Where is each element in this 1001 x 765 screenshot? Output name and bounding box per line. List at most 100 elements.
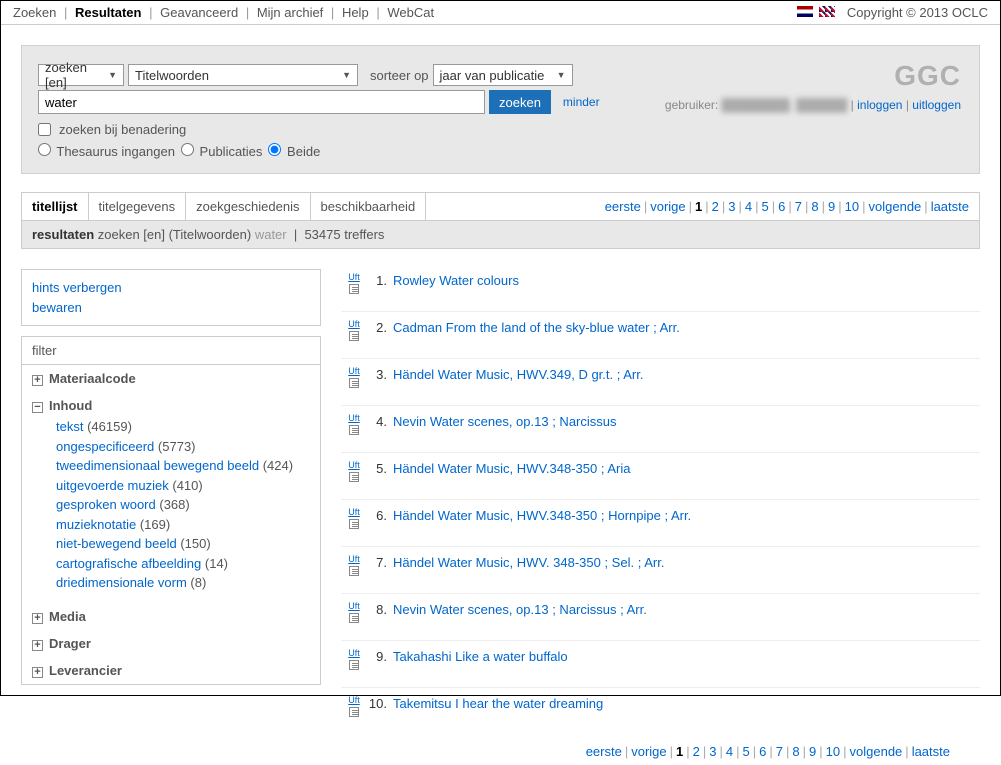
pager-page[interactable]: 9 [828, 199, 835, 214]
nav-zoeken[interactable]: Zoeken [13, 5, 56, 20]
radio-publicaties[interactable]: Publicaties [181, 143, 263, 159]
facet-value[interactable]: ongespecificeerd (5773) [56, 437, 310, 457]
pager-prev[interactable]: vorige [650, 199, 685, 214]
pager-last[interactable]: laatste [912, 744, 950, 759]
radio-thesaurus[interactable]: Thesaurus ingangen [38, 143, 175, 159]
result-title-link[interactable]: Cadman From the land of the sky-blue wat… [393, 320, 680, 335]
facet-header[interactable]: +Materiaalcode [32, 371, 310, 386]
facet-value[interactable]: uitgevoerde muziek (410) [56, 476, 310, 496]
copyright-text: Copyright © 2013 OCLC [847, 5, 988, 20]
uft-link[interactable]: Uft [341, 273, 367, 282]
facet-header[interactable]: +Media [32, 609, 310, 624]
nav-webcat[interactable]: WebCat [387, 5, 434, 20]
pager-last[interactable]: laatste [931, 199, 969, 214]
result-number: 9. [367, 649, 393, 664]
tab-titelgegevens[interactable]: titelgegevens [89, 193, 187, 220]
pager-first[interactable]: eerste [605, 199, 641, 214]
uft-link[interactable]: Uft [341, 508, 367, 517]
uft-link[interactable]: Uft [341, 414, 367, 423]
uft-link[interactable]: Uft [341, 602, 367, 611]
pager-page[interactable]: 7 [795, 199, 802, 214]
radio-beide[interactable]: Beide [268, 143, 320, 159]
result-item: Uft 10. Takemitsu I hear the water dream… [341, 692, 980, 734]
facet-value[interactable]: tweedimensionaal bewegend beeld (424) [56, 456, 310, 476]
document-icon [349, 519, 359, 529]
uft-link[interactable]: Uft [341, 320, 367, 329]
minder-link[interactable]: minder [563, 95, 600, 109]
pager-next[interactable]: volgende [869, 199, 922, 214]
tab-beschikbaarheid[interactable]: beschikbaarheid [311, 193, 427, 220]
sort-dropdown[interactable]: jaar van publicatie▼ [433, 64, 573, 86]
result-title-link[interactable]: Rowley Water colours [393, 273, 519, 288]
login-link[interactable]: inloggen [857, 98, 902, 112]
uft-link[interactable]: Uft [341, 696, 367, 705]
result-title-link[interactable]: Händel Water Music, HWV.349, D gr.t. ; A… [393, 367, 643, 382]
pager-page[interactable]: 10 [826, 744, 840, 759]
sort-label: sorteer op [370, 68, 429, 83]
facet-value[interactable]: driedimensionale vorm (8) [56, 573, 310, 593]
pager-page[interactable]: 5 [743, 744, 750, 759]
result-title-link[interactable]: Takahashi Like a water buffalo [393, 649, 568, 664]
plus-icon: + [32, 375, 43, 386]
pager-page[interactable]: 2 [712, 199, 719, 214]
flag-en-icon[interactable] [819, 6, 835, 17]
nav-geavanceerd[interactable]: Geavanceerd [160, 5, 238, 20]
result-item: Uft 9. Takahashi Like a water buffalo [341, 645, 980, 688]
result-title-link[interactable]: Nevin Water scenes, op.13 ; Narcissus [393, 414, 617, 429]
pager-prev[interactable]: vorige [631, 744, 666, 759]
facet-value[interactable]: gesproken woord (368) [56, 495, 310, 515]
result-title-link[interactable]: Händel Water Music, HWV.348-350 ; Aria [393, 461, 630, 476]
pager-page[interactable]: 5 [762, 199, 769, 214]
facet-value[interactable]: tekst (46159) [56, 417, 310, 437]
tab-titellijst[interactable]: titellijst [22, 193, 89, 220]
result-item: Uft 2. Cadman From the land of the sky-b… [341, 316, 980, 359]
facet-value[interactable]: muzieknotatie (169) [56, 515, 310, 535]
result-title-link[interactable]: Takemitsu I hear the water dreaming [393, 696, 603, 711]
nav-archief[interactable]: Mijn archief [257, 5, 323, 20]
pager-page[interactable]: 8 [792, 744, 799, 759]
approx-checkbox[interactable] [38, 123, 51, 136]
filter-header: filter [22, 337, 320, 365]
pager-page[interactable]: 4 [726, 744, 733, 759]
uft-link[interactable]: Uft [341, 367, 367, 376]
document-icon [349, 707, 359, 717]
pager-page[interactable]: 3 [728, 199, 735, 214]
nav-resultaten[interactable]: Resultaten [75, 5, 141, 20]
pager-next[interactable]: volgende [850, 744, 903, 759]
result-title-link[interactable]: Nevin Water scenes, op.13 ; Narcissus ; … [393, 602, 647, 617]
facet-header[interactable]: −Inhoud [32, 398, 310, 413]
chevron-down-icon: ▼ [557, 70, 566, 80]
facet-header[interactable]: +Leverancier [32, 663, 310, 678]
pager-page[interactable]: 6 [759, 744, 766, 759]
facet-value[interactable]: niet-bewegend beeld (150) [56, 534, 310, 554]
logo: GGC [894, 60, 961, 92]
save-link[interactable]: bewaren [32, 298, 310, 318]
flag-nl-icon[interactable] [797, 6, 813, 17]
mode-dropdown[interactable]: zoeken [en]▼ [38, 64, 124, 86]
result-title-link[interactable]: Händel Water Music, HWV.348-350 ; Hornpi… [393, 508, 691, 523]
pager-page[interactable]: 3 [709, 744, 716, 759]
pager-page[interactable]: 10 [845, 199, 859, 214]
pager-page[interactable]: 2 [693, 744, 700, 759]
pager-page[interactable]: 9 [809, 744, 816, 759]
result-title-link[interactable]: Händel Water Music, HWV. 348-350 ; Sel. … [393, 555, 664, 570]
result-item: Uft 3. Händel Water Music, HWV.349, D gr… [341, 363, 980, 406]
tab-zoekgeschiedenis[interactable]: zoekgeschiedenis [186, 193, 310, 220]
facet-header[interactable]: +Drager [32, 636, 310, 651]
hints-hide-link[interactable]: hints verbergen [32, 278, 310, 298]
uft-link[interactable]: Uft [341, 649, 367, 658]
logout-link[interactable]: uitloggen [912, 98, 961, 112]
result-item: Uft 8. Nevin Water scenes, op.13 ; Narci… [341, 598, 980, 641]
uft-link[interactable]: Uft [341, 555, 367, 564]
pager-page[interactable]: 7 [776, 744, 783, 759]
search-button[interactable]: zoeken [489, 90, 551, 114]
nav-help[interactable]: Help [342, 5, 369, 20]
uft-link[interactable]: Uft [341, 461, 367, 470]
pager-page[interactable]: 6 [778, 199, 785, 214]
field-dropdown[interactable]: Titelwoorden▼ [128, 64, 358, 86]
pager-first[interactable]: eerste [586, 744, 622, 759]
facet-value[interactable]: cartografische afbeelding (14) [56, 554, 310, 574]
pager-page[interactable]: 8 [811, 199, 818, 214]
pager-page[interactable]: 4 [745, 199, 752, 214]
search-input[interactable] [38, 90, 485, 114]
